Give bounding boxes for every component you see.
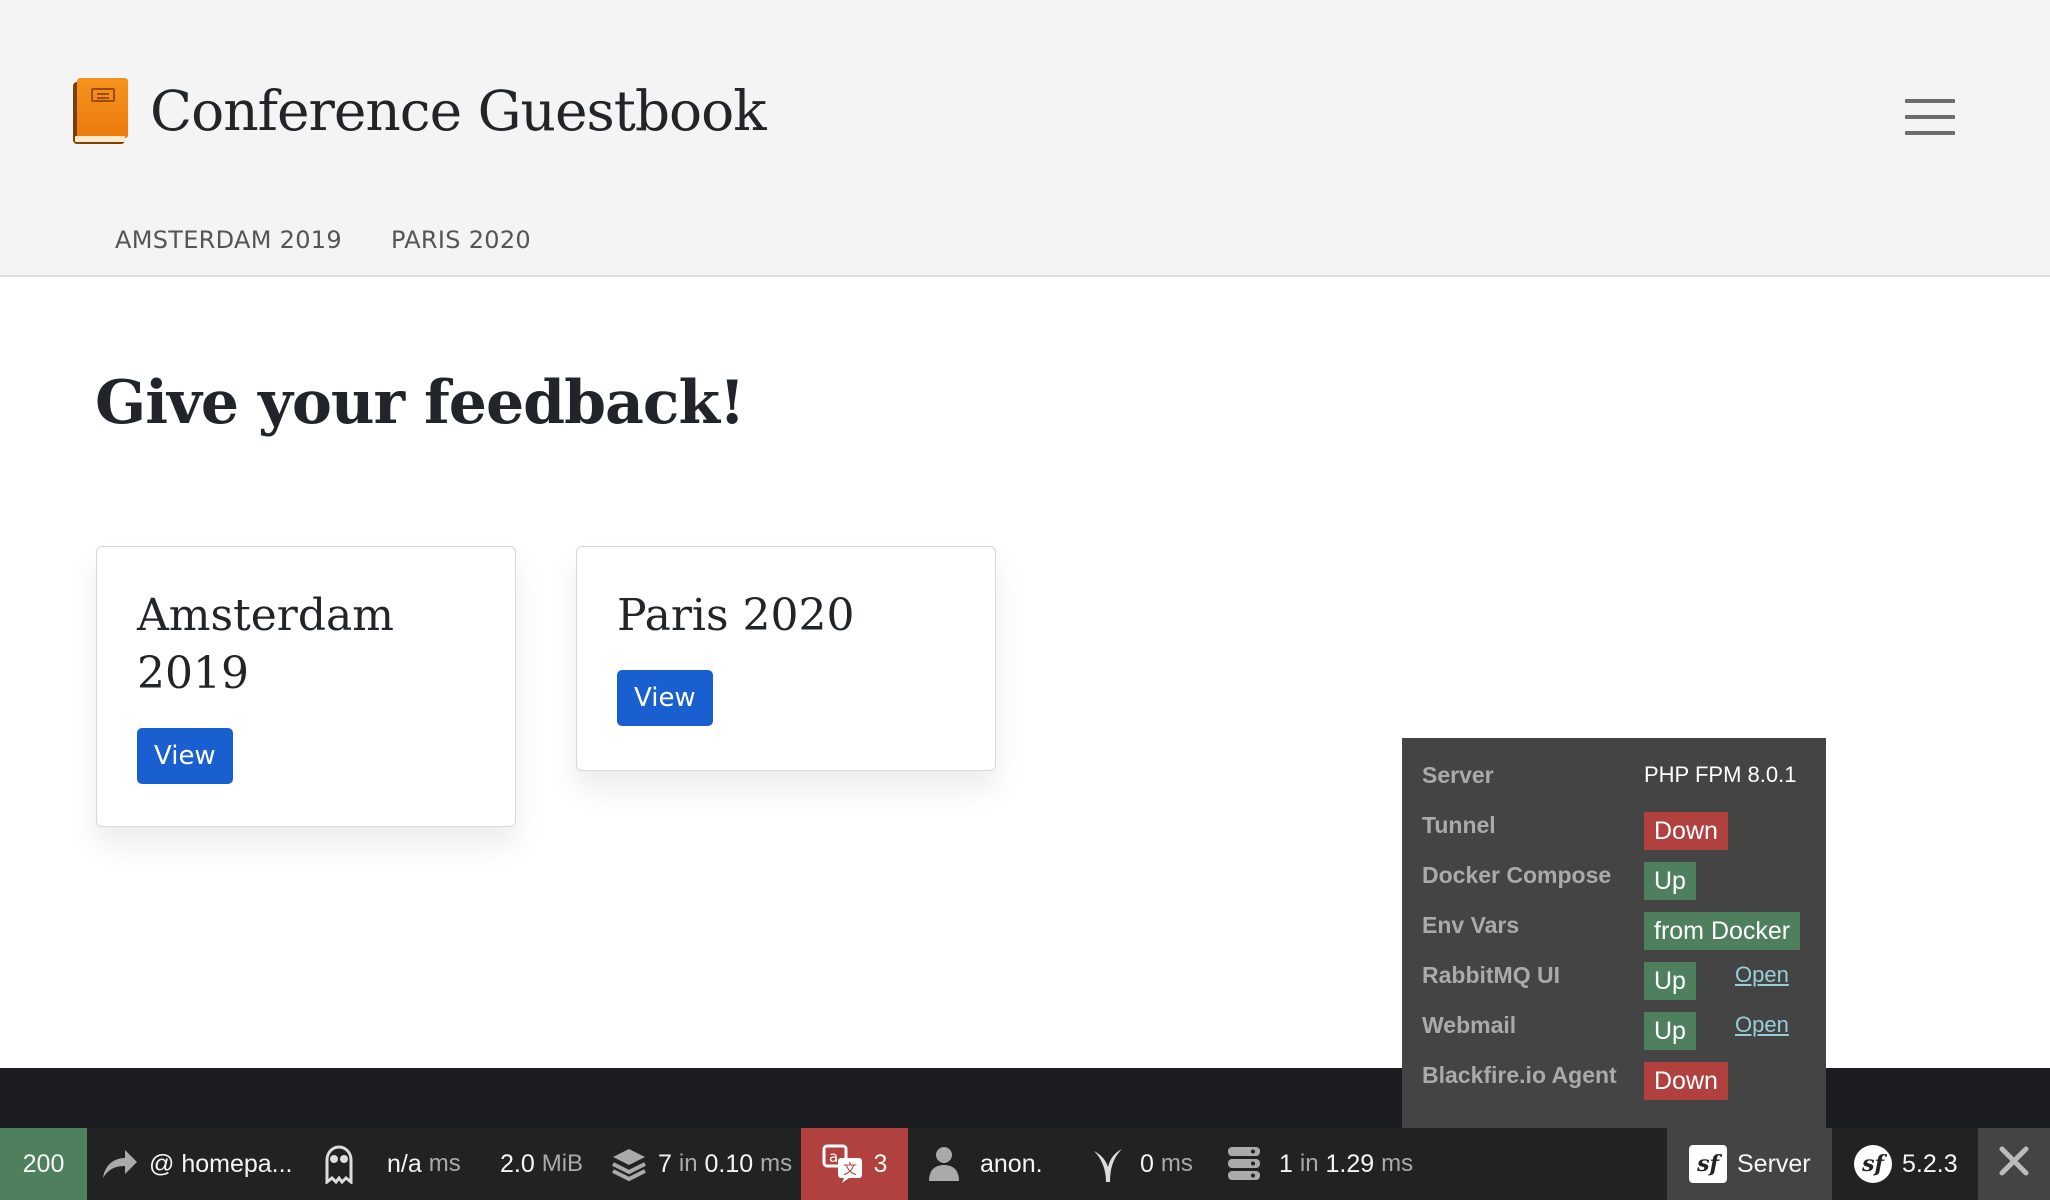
symfony-version: 5.2.3 — [1902, 1149, 1958, 1178]
server-toolbar-label: Server — [1737, 1149, 1811, 1178]
server-info-panel: Server PHP FPM 8.0.1 Tunnel Down Docker … — [1402, 738, 1826, 1128]
translation-panel[interactable]: a文 3 — [801, 1128, 908, 1200]
ghost-icon — [321, 1144, 357, 1184]
rabbitmq-row: RabbitMQ UI Up Open — [1422, 962, 1806, 1012]
card-title: Paris 2020 — [617, 590, 855, 641]
svg-text:文: 文 — [843, 1162, 857, 1178]
close-icon — [1999, 1146, 2029, 1183]
route-name: @ homepa... — [149, 1149, 293, 1178]
docker-compose-row: Docker Compose Up — [1422, 862, 1806, 912]
user-icon — [928, 1145, 960, 1183]
brand-link[interactable]: Conference Guestbook — [73, 78, 767, 144]
server-toolbar-item[interactable]: sf Server — [1667, 1128, 1832, 1200]
cache-value: 0 — [1140, 1149, 1154, 1178]
server-value: PHP FPM 8.0.1 — [1644, 762, 1797, 787]
route-panel[interactable]: @ homepa... — [87, 1128, 315, 1200]
db-count: 1 — [1279, 1149, 1293, 1178]
rabbitmq-label: RabbitMQ UI — [1422, 962, 1560, 988]
nav-link-paris-2020[interactable]: PARIS 2020 — [391, 226, 531, 254]
nav-link-amsterdam-2019[interactable]: AMSTERDAM 2019 — [115, 226, 342, 254]
conference-card-paris: Paris 2020 View — [576, 546, 996, 771]
close-toolbar-button[interactable] — [1978, 1128, 2050, 1200]
db-unit: ms — [1381, 1150, 1414, 1177]
conference-card-amsterdam: Amsterdam 2019 View — [96, 546, 516, 827]
memory-value: 2.0 — [500, 1149, 535, 1178]
request-time-value: n/a — [387, 1149, 422, 1178]
brand-title: Conference Guestbook — [150, 79, 767, 143]
blackfire-status-badge: Down — [1644, 1062, 1728, 1100]
page-title: Give your feedback! — [95, 368, 745, 438]
cache-panel[interactable]: 0 ms — [1066, 1128, 1199, 1200]
webmail-open-link[interactable]: Open — [1735, 1012, 1789, 1038]
env-vars-label: Env Vars — [1422, 912, 1520, 938]
rabbitmq-status-badge: Up — [1644, 962, 1696, 1000]
blackfire-row: Blackfire.io Agent Down — [1422, 1062, 1806, 1112]
hamburger-menu-icon[interactable] — [1905, 97, 1955, 137]
tunnel-row: Tunnel Down — [1422, 812, 1806, 862]
docker-compose-label: Docker Compose — [1422, 862, 1612, 888]
webmail-label: Webmail — [1422, 1012, 1517, 1038]
card-title: Amsterdam 2019 — [137, 590, 394, 699]
memory-panel[interactable]: 2.0 MiB — [488, 1128, 598, 1200]
memory-unit: MiB — [541, 1150, 584, 1177]
webmail-row: Webmail Up Open — [1422, 1012, 1806, 1062]
status-code-badge[interactable]: 200 — [0, 1128, 87, 1200]
translation-count: 3 — [873, 1149, 888, 1178]
twig-time: 0.10 — [704, 1149, 754, 1178]
conference-nav: AMSTERDAM 2019 PARIS 2020 — [115, 226, 531, 254]
database-panel[interactable]: 1 in 1.29 ms — [1199, 1128, 1413, 1200]
view-button-amsterdam[interactable]: View — [137, 728, 233, 784]
env-vars-row: Env Vars from Docker — [1422, 912, 1806, 962]
cache-unit: ms — [1160, 1150, 1193, 1177]
layers-icon — [610, 1145, 648, 1183]
redirect-arrow-icon — [99, 1146, 139, 1182]
view-button-paris[interactable]: View — [617, 670, 713, 726]
ledger-book-icon — [73, 78, 128, 144]
sprout-icon — [1092, 1145, 1124, 1183]
blackfire-label: Blackfire.io Agent — [1422, 1062, 1617, 1088]
tunnel-status-badge: Down — [1644, 812, 1728, 850]
request-time-panel[interactable]: n/a ms — [375, 1128, 488, 1200]
symfony-logo-icon: sf — [1854, 1145, 1892, 1183]
server-label: Server — [1422, 762, 1494, 788]
docker-compose-status-badge: Up — [1644, 862, 1696, 900]
database-icon — [1227, 1146, 1261, 1182]
site-header: Conference Guestbook AMSTERDAM 2019 PARI… — [0, 0, 2050, 277]
ghost-panel[interactable] — [315, 1128, 375, 1200]
rabbitmq-open-link[interactable]: Open — [1735, 962, 1789, 988]
symfony-server-icon: sf — [1689, 1145, 1727, 1183]
request-time-unit: ms — [428, 1150, 461, 1177]
env-vars-status-badge: from Docker — [1644, 912, 1801, 950]
svg-text:a: a — [829, 1148, 838, 1166]
user-name: anon. — [980, 1149, 1043, 1178]
tunnel-label: Tunnel — [1422, 812, 1496, 838]
twig-panel[interactable]: 7 in 0.10 ms — [598, 1128, 801, 1200]
twig-unit: ms — [760, 1150, 793, 1177]
symfony-version-panel[interactable]: sf 5.2.3 — [1832, 1128, 1978, 1200]
twig-count: 7 — [658, 1149, 672, 1178]
user-panel[interactable]: anon. — [908, 1128, 1066, 1200]
twig-in: in — [678, 1150, 698, 1177]
server-row: Server PHP FPM 8.0.1 — [1422, 762, 1806, 812]
webmail-status-badge: Up — [1644, 1012, 1696, 1050]
db-in: in — [1299, 1150, 1319, 1177]
translation-icon: a文 — [822, 1144, 864, 1184]
status-code: 200 — [22, 1149, 65, 1178]
debug-toolbar: 200 @ homepa... n/a ms 2.0 MiB 7 in 0.10… — [0, 1128, 2050, 1200]
db-time: 1.29 — [1325, 1149, 1375, 1178]
